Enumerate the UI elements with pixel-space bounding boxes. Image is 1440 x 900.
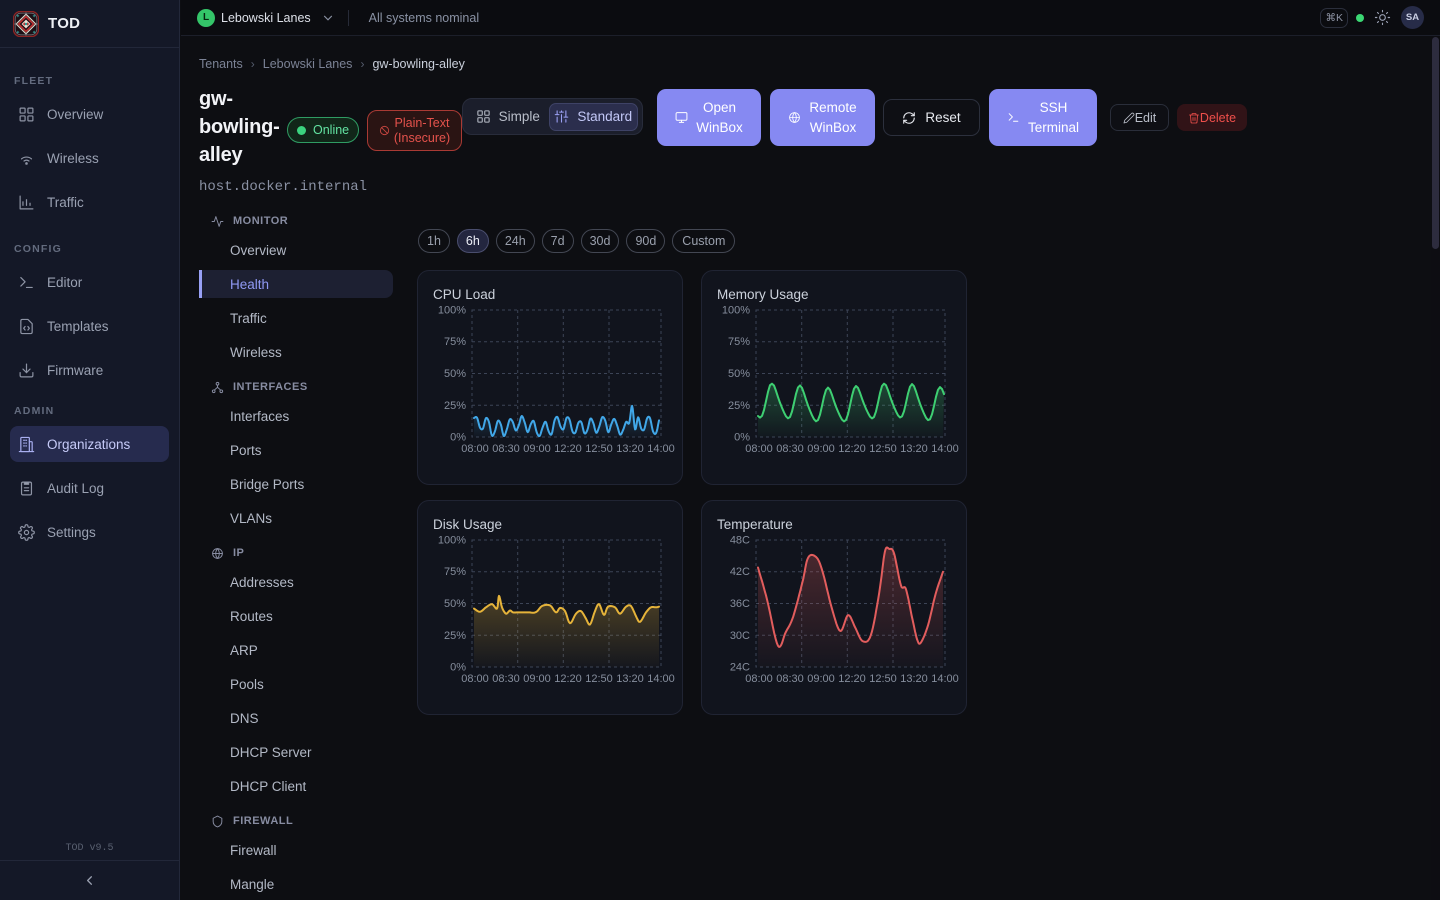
svg-text:75%: 75% — [444, 336, 466, 348]
svg-text:12:20: 12:20 — [554, 673, 582, 685]
svg-text:0%: 0% — [734, 432, 750, 444]
svg-text:25%: 25% — [728, 400, 750, 412]
svg-text:14:00: 14:00 — [647, 673, 675, 685]
svg-text:25%: 25% — [444, 400, 466, 412]
svg-text:0%: 0% — [450, 662, 466, 674]
svg-text:75%: 75% — [728, 336, 750, 348]
svg-text:0%: 0% — [450, 432, 466, 444]
svg-text:13:20: 13:20 — [900, 673, 928, 685]
svg-text:09:00: 09:00 — [807, 443, 835, 455]
svg-text:08:30: 08:30 — [492, 673, 520, 685]
svg-text:13:20: 13:20 — [616, 673, 644, 685]
svg-text:12:50: 12:50 — [869, 673, 897, 685]
svg-text:08:30: 08:30 — [776, 443, 804, 455]
svg-text:12:20: 12:20 — [838, 673, 866, 685]
svg-text:13:20: 13:20 — [616, 443, 644, 455]
svg-text:08:00: 08:00 — [745, 443, 773, 455]
svg-text:12:50: 12:50 — [585, 443, 613, 455]
svg-text:12:20: 12:20 — [554, 443, 582, 455]
svg-text:09:00: 09:00 — [523, 673, 551, 685]
svg-text:12:20: 12:20 — [838, 443, 866, 455]
svg-text:08:00: 08:00 — [461, 673, 489, 685]
svg-text:24C: 24C — [730, 662, 750, 674]
svg-text:100%: 100% — [438, 305, 466, 317]
svg-text:12:50: 12:50 — [585, 673, 613, 685]
svg-text:09:00: 09:00 — [523, 443, 551, 455]
svg-text:50%: 50% — [444, 598, 466, 610]
svg-text:08:30: 08:30 — [776, 673, 804, 685]
svg-text:08:30: 08:30 — [492, 443, 520, 455]
svg-text:30C: 30C — [730, 630, 750, 642]
svg-text:50%: 50% — [728, 368, 750, 380]
svg-text:75%: 75% — [444, 566, 466, 578]
svg-text:36C: 36C — [730, 598, 750, 610]
svg-text:48C: 48C — [730, 535, 750, 547]
svg-text:100%: 100% — [722, 305, 750, 317]
svg-text:08:00: 08:00 — [745, 673, 773, 685]
svg-text:42C: 42C — [730, 566, 750, 578]
svg-text:14:00: 14:00 — [931, 443, 959, 455]
svg-text:14:00: 14:00 — [647, 443, 675, 455]
svg-text:12:50: 12:50 — [869, 443, 897, 455]
svg-text:08:00: 08:00 — [461, 443, 489, 455]
svg-text:50%: 50% — [444, 368, 466, 380]
svg-text:14:00: 14:00 — [931, 673, 959, 685]
svg-text:100%: 100% — [438, 535, 466, 547]
svg-text:25%: 25% — [444, 630, 466, 642]
svg-text:09:00: 09:00 — [807, 673, 835, 685]
svg-text:13:20: 13:20 — [900, 443, 928, 455]
